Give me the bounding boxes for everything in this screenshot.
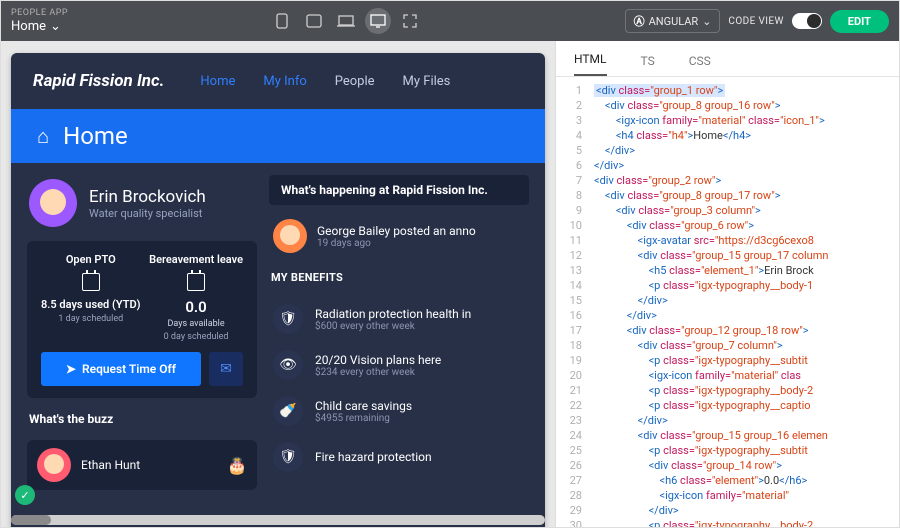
calendar-icon	[187, 273, 205, 291]
benefit-title: Fire hazard protection	[315, 450, 432, 464]
buzz-item-name: Ethan Hunt	[81, 458, 140, 472]
happening-item[interactable]: George Bailey posted an anno 19 days ago	[269, 213, 529, 259]
preview-frame: Rapid Fission Inc. Home My Info People M…	[11, 53, 545, 527]
expand-button[interactable]	[397, 8, 423, 34]
mail-button[interactable]: ✉	[209, 352, 243, 386]
page-banner: ⌂ Home	[11, 109, 545, 163]
happening-title: George Bailey posted an anno	[317, 224, 476, 238]
benefit-icon: 🛡	[273, 442, 303, 472]
section-dropdown[interactable]: Home ⌄	[11, 19, 68, 35]
benefit-item[interactable]: 🛡 Fire hazard protection	[269, 434, 529, 480]
pto-open-head: Open PTO	[66, 253, 116, 266]
calendar-icon	[82, 273, 100, 291]
benefit-icon: 👁	[273, 350, 303, 380]
benefit-item[interactable]: 🍼 Child care savings$4955 remaining	[269, 388, 529, 434]
benefit-icon: 🛡	[273, 304, 303, 334]
nav-people[interactable]: People	[335, 74, 375, 89]
device-tablet-button[interactable]	[301, 8, 327, 34]
topbar-title-block: PEOPLE APP Home ⌄	[11, 8, 68, 34]
happening-sub: 19 days ago	[317, 238, 476, 249]
app-label: PEOPLE APP	[11, 8, 68, 19]
topbar: PEOPLE APP Home ⌄ Ⓐ ANGULAR ⌄ CODE VIEW …	[1, 1, 899, 41]
benefit-sub: $234 every other week	[315, 367, 441, 378]
tab-ts[interactable]: TS	[641, 54, 655, 76]
left-column: Erin Brockovich Water quality specialist…	[27, 175, 257, 490]
topbar-right: Ⓐ ANGULAR ⌄ CODE VIEW EDIT	[625, 9, 889, 33]
avatar	[273, 219, 307, 253]
code-editor[interactable]: 1234567891011121314151617181920212223242…	[556, 77, 899, 527]
pto-ber-sub: Days available	[167, 319, 224, 329]
avatar	[29, 179, 77, 227]
code-view-label: CODE VIEW	[728, 16, 783, 27]
profile-header: Erin Brockovich Water quality specialist	[27, 175, 257, 231]
line-gutter: 1234567891011121314151617181920212223242…	[556, 77, 590, 527]
device-preview-group	[68, 8, 624, 34]
happening-heading: What's happening at Rapid Fission Inc.	[269, 175, 529, 205]
edit-button[interactable]: EDIT	[830, 10, 889, 33]
request-btn-label: Request Time Off	[82, 362, 176, 376]
pto-ber-head: Bereavement leave	[149, 253, 243, 266]
buzz-heading: What's the buzz	[27, 408, 257, 430]
code-lines: <div class="group_1 row"> <div class="gr…	[590, 77, 899, 527]
pto-card: Open PTO 8.5 days used (YTD) 1 day sched…	[27, 241, 257, 398]
tab-html[interactable]: HTML	[574, 52, 607, 76]
pto-ber-sm: 0 day scheduled	[164, 332, 229, 342]
code-view-toggle[interactable]	[792, 13, 822, 29]
page-title: Home	[63, 122, 128, 150]
section-label: Home	[11, 19, 46, 35]
send-icon: ➤	[66, 362, 76, 376]
benefit-sub: $4955 remaining	[315, 413, 412, 424]
nav-myinfo[interactable]: My Info	[263, 74, 306, 89]
profile-name: Erin Brockovich	[89, 187, 206, 207]
chevron-down-icon: ⌄	[50, 19, 61, 35]
site-nav: Rapid Fission Inc. Home My Info People M…	[11, 53, 545, 109]
device-desktop-button[interactable]	[365, 8, 391, 34]
horizontal-scrollbar[interactable]	[11, 515, 545, 525]
framework-dropdown[interactable]: Ⓐ ANGULAR ⌄	[625, 9, 721, 33]
benefit-title: Child care savings	[315, 399, 412, 413]
pto-ber-big: 0.0	[185, 298, 206, 316]
buzz-item[interactable]: Ethan Hunt 🎂	[27, 440, 257, 490]
code-pane: HTML TS CSS 1234567891011121314151617181…	[555, 41, 899, 527]
device-phone-button[interactable]	[269, 8, 295, 34]
app-root: PEOPLE APP Home ⌄ Ⓐ ANGULAR ⌄ CODE VIEW …	[0, 0, 900, 528]
status-ok-badge: ✓	[15, 485, 35, 505]
avatar	[37, 448, 71, 482]
device-laptop-button[interactable]	[333, 8, 359, 34]
framework-name: ANGULAR	[649, 15, 699, 28]
right-column: What's happening at Rapid Fission Inc. G…	[269, 175, 529, 490]
request-time-off-button[interactable]: ➤ Request Time Off	[41, 352, 201, 386]
tab-css[interactable]: CSS	[689, 54, 711, 76]
benefit-sub: $600 every other week	[315, 321, 471, 332]
benefits-list: 🛡 Radiation protection health in$600 ever…	[269, 296, 529, 480]
chevron-down-icon: ⌄	[702, 15, 711, 28]
site-logo: Rapid Fission Inc.	[33, 71, 164, 91]
code-tabs: HTML TS CSS	[556, 41, 899, 77]
content: Rapid Fission Inc. Home My Info People M…	[1, 41, 899, 527]
home-icon: ⌂	[37, 124, 49, 149]
benefits-heading: MY BENEFITS	[269, 267, 529, 288]
benefit-title: Radiation protection health in	[315, 307, 471, 321]
benefit-item[interactable]: 👁 20/20 Vision plans here$234 every other…	[269, 342, 529, 388]
nav-home[interactable]: Home	[200, 74, 235, 89]
angular-icon: Ⓐ	[634, 13, 645, 29]
scrollbar-thumb[interactable]	[11, 515, 51, 525]
pto-open-sm: 1 day scheduled	[58, 314, 123, 324]
benefit-icon: 🍼	[273, 396, 303, 426]
nav-myfiles[interactable]: My Files	[403, 74, 451, 89]
mail-icon: ✉	[220, 361, 232, 377]
pto-open-big: 8.5 days used (YTD)	[41, 298, 141, 311]
preview-pane: Rapid Fission Inc. Home My Info People M…	[1, 41, 555, 527]
benefit-title: 20/20 Vision plans here	[315, 353, 441, 367]
profile-role: Water quality specialist	[89, 207, 206, 220]
cake-icon: 🎂	[227, 456, 247, 475]
benefit-item[interactable]: 🛡 Radiation protection health in$600 ever…	[269, 296, 529, 342]
